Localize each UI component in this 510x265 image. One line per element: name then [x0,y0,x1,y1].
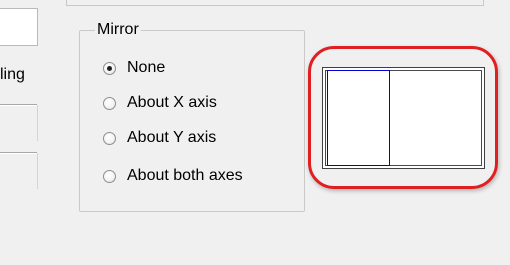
mirror-option-x-axis[interactable]: About X axis [103,93,217,113]
radio-button-checked[interactable] [103,61,116,75]
scaling-value-input[interactable] [0,8,38,46]
mirror-option-label: None [127,59,166,76]
preview-blue-rectangle [327,70,390,166]
radio-button[interactable] [103,131,116,145]
clipped-control-edge[interactable] [37,105,38,141]
mirror-option-none[interactable]: None [103,58,165,78]
separator-highlight [0,105,37,106]
top-group-frame [66,0,484,6]
clipped-control-edge[interactable] [37,153,38,189]
mirror-option-both-axes[interactable]: About both axes [103,166,243,186]
mirror-option-label: About both axes [127,167,243,184]
radio-button[interactable] [103,96,116,110]
mirror-option-label: About Y axis [127,129,217,146]
mirror-group-title: Mirror [95,20,141,40]
scaling-label: ling [0,66,25,83]
separator-highlight [0,153,37,154]
radio-button[interactable] [103,169,116,183]
mirror-option-y-axis[interactable]: About Y axis [103,128,216,148]
mirror-option-label: About X axis [127,94,217,111]
